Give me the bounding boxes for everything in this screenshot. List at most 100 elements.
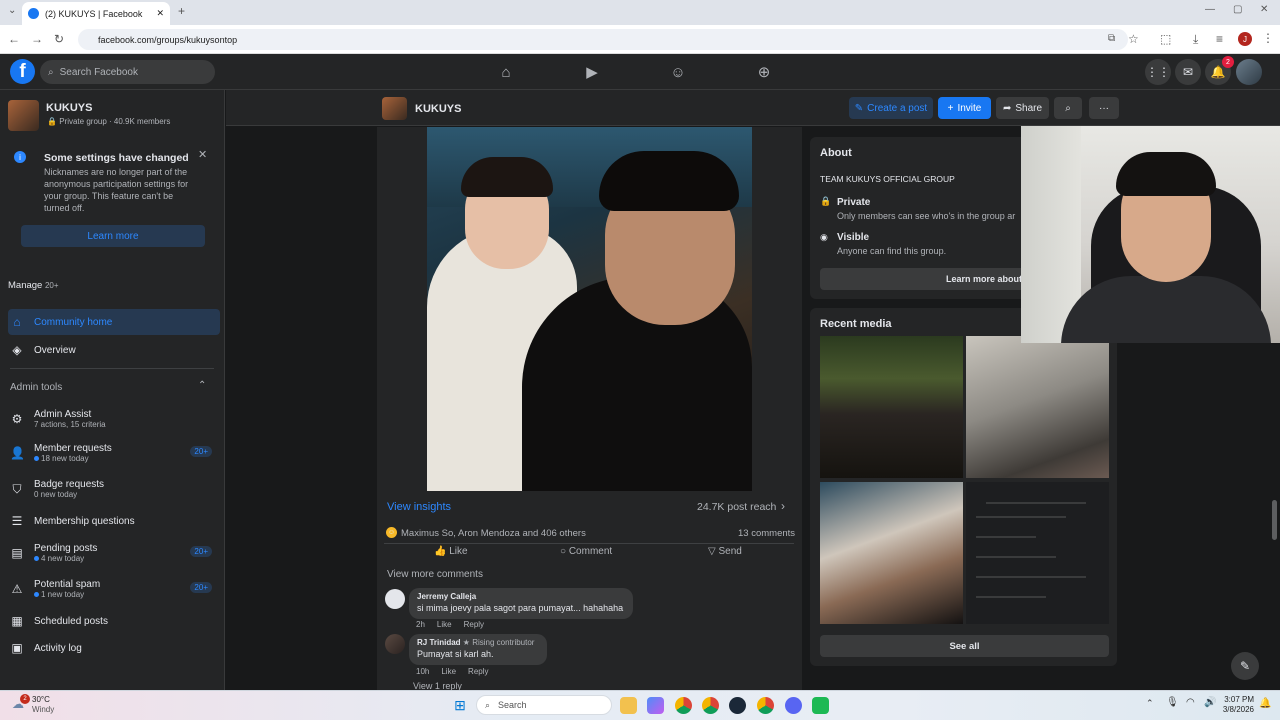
clock[interactable]: 3:07 PM 3/8/2026 — [1222, 695, 1254, 715]
media-control-icon[interactable]: ≡ — [1216, 32, 1223, 46]
post-photo[interactable] — [427, 127, 752, 491]
steam-icon[interactable] — [729, 697, 746, 714]
admin-tools-header[interactable]: Admin tools — [10, 382, 62, 393]
commenter-avatar[interactable] — [385, 634, 405, 654]
extensions-icon[interactable]: ⬚ — [1160, 32, 1171, 46]
gaming-icon[interactable]: ⊕ — [755, 63, 773, 81]
share-button[interactable]: ➦ Share — [996, 97, 1049, 119]
group-search-button[interactable]: ⌕ — [1054, 97, 1082, 119]
discord-icon[interactable] — [785, 697, 802, 714]
back-icon[interactable]: ← — [8, 32, 20, 46]
text-line — [976, 596, 1046, 598]
copilot-icon[interactable] — [647, 697, 664, 714]
chevron-right-icon[interactable]: › — [781, 499, 785, 513]
group-thumbnail[interactable] — [8, 100, 39, 131]
media-thumbnail[interactable] — [966, 336, 1109, 478]
potential-spam[interactable]: ⚠ Potential spam 1 new today 20+ — [8, 575, 220, 603]
chrome-profile-icon[interactable] — [702, 697, 719, 714]
search-facebook-input[interactable]: ⌕ Search Facebook — [40, 60, 215, 84]
downloads-icon[interactable]: ⤓ — [1193, 32, 1198, 47]
comments-count[interactable]: 13 comments — [738, 528, 795, 539]
create-post-button[interactable]: ✎ Create a post — [849, 97, 933, 119]
chrome-icon[interactable] — [675, 697, 692, 714]
new-tab-icon[interactable]: + — [178, 4, 185, 18]
pending-posts[interactable]: ▤ Pending posts 4 new today 20+ — [8, 539, 220, 567]
comment-author[interactable]: RJ Trinidad — [417, 638, 461, 647]
subheader-group-name[interactable]: KUKUYS — [415, 103, 461, 115]
right-person-hair — [599, 151, 739, 211]
bookmark-star-icon[interactable]: ☆ — [1128, 32, 1139, 46]
account-avatar[interactable] — [1236, 59, 1262, 85]
windows-taskbar — [0, 690, 1280, 720]
post-reach[interactable]: 24.7K post reach — [697, 501, 776, 513]
member-requests[interactable]: 👤 Member requests 18 new today 20+ — [8, 439, 220, 467]
taskbar-search[interactable]: ⌕ Search — [476, 695, 612, 715]
app-icon[interactable] — [812, 697, 829, 714]
close-window-icon[interactable]: ✕ — [1260, 4, 1268, 15]
comment-like-link[interactable]: Like — [441, 667, 456, 676]
comment-reply-link[interactable]: Reply — [468, 667, 488, 676]
volume-icon[interactable]: 🔊 — [1204, 697, 1216, 708]
see-all-button[interactable]: See all — [820, 635, 1109, 657]
groups-icon[interactable]: ☺ — [669, 63, 687, 81]
page-scrollbar[interactable] — [1272, 500, 1277, 540]
comment-like-link[interactable]: Like — [437, 620, 452, 629]
media-thumbnail[interactable] — [820, 482, 963, 624]
admin-assist[interactable]: ⚙ Admin Assist 7 actions, 15 criteria — [8, 405, 220, 433]
eye-icon: ◉ — [820, 232, 828, 242]
tab-list-icon[interactable]: ⌄ — [8, 5, 16, 16]
maximize-icon[interactable]: ▢ — [1233, 4, 1242, 15]
comment-time[interactable]: 10h — [416, 667, 429, 676]
forward-icon[interactable]: → — [31, 32, 43, 46]
messenger-icon[interactable]: ✉ — [1175, 59, 1201, 85]
comment-time[interactable]: 2h — [416, 620, 425, 629]
more-options-button[interactable]: ··· — [1089, 97, 1119, 119]
file-explorer-icon[interactable] — [620, 697, 637, 714]
scheduled-posts[interactable]: ▦ Scheduled posts — [8, 608, 220, 634]
sidebar-group-name[interactable]: KUKUYS — [46, 102, 92, 114]
close-notice-icon[interactable]: ✕ — [198, 148, 207, 161]
minimize-icon[interactable]: — — [1205, 4, 1215, 15]
windows-start-icon[interactable]: ⊞ — [452, 697, 468, 713]
view-insights-link[interactable]: View insights — [387, 501, 451, 513]
weather-widget[interactable]: 30°C Windy — [32, 695, 54, 715]
wifi-icon[interactable]: ◠ — [1186, 697, 1195, 708]
comment-reply-link[interactable]: Reply — [464, 620, 484, 629]
chrome-profile-2-icon[interactable] — [757, 697, 774, 714]
collapse-chevron-icon[interactable]: ⌃ — [198, 380, 206, 391]
learn-more-button[interactable]: Learn more — [21, 225, 205, 247]
commenter-avatar[interactable] — [385, 589, 405, 609]
menu-grid-icon[interactable]: ⋮⋮ — [1145, 59, 1171, 85]
subheader-group-thumbnail[interactable] — [382, 97, 407, 120]
url-field[interactable]: facebook.com/groups/kukuysontop — [78, 29, 1128, 50]
membership-questions[interactable]: ☰ Membership questions — [8, 508, 220, 534]
like-button[interactable]: 👍 Like — [434, 546, 468, 557]
invite-button[interactable]: + Invite — [938, 97, 991, 119]
home-icon[interactable]: ⌂ — [497, 63, 515, 81]
profile-avatar[interactable]: J — [1238, 32, 1252, 46]
new-message-icon[interactable]: ✎ — [1231, 652, 1259, 680]
facebook-logo[interactable]: f — [10, 59, 35, 84]
tray-chevron-icon[interactable]: ⌃ — [1146, 698, 1154, 709]
nav-community-home[interactable]: ⌂ Community home — [8, 309, 220, 335]
browser-tab[interactable]: (2) KUKUYS | Facebook ✕ — [22, 2, 170, 25]
badge-requests[interactable]: ⛉ Badge requests 0 new today — [8, 475, 220, 503]
microphone-icon[interactable]: 🎙 — [1166, 697, 1179, 708]
count-badge: 20+ — [190, 446, 212, 457]
media-thumbnail[interactable] — [966, 482, 1109, 624]
close-tab-icon[interactable]: ✕ — [156, 8, 164, 19]
reactions-summary[interactable]: Maximus So, Aron Mendoza and 406 others — [401, 528, 586, 539]
video-icon[interactable]: ▶ — [583, 63, 601, 81]
media-thumbnail[interactable] — [820, 336, 963, 478]
send-button[interactable]: ▽ Send — [708, 546, 742, 557]
notification-center-icon[interactable]: 🔔 — [1259, 698, 1271, 709]
view-more-comments[interactable]: View more comments — [387, 569, 483, 580]
comment-button[interactable]: ○ Comment — [560, 546, 612, 557]
calendar-icon: ▦ — [11, 614, 23, 628]
nav-overview[interactable]: ◈ Overview — [8, 337, 220, 363]
comment-author[interactable]: Jerremy Calleja — [417, 592, 625, 601]
install-app-icon[interactable]: ⧉ — [1108, 33, 1115, 44]
menu-kebab-icon[interactable]: ⋮ — [1262, 31, 1274, 45]
reload-icon[interactable]: ↻ — [54, 32, 64, 46]
activity-log[interactable]: ▣ Activity log — [8, 635, 220, 661]
